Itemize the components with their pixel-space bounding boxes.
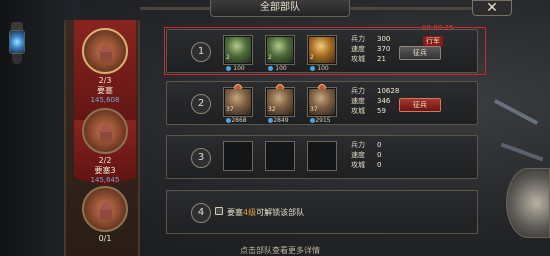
empty-hero-slot[interactable] xyxy=(265,141,295,171)
fortress-icon xyxy=(82,186,128,232)
hero-level: 2 xyxy=(310,54,314,61)
bottom-hint: 点击部队查看更多详情 xyxy=(240,246,320,255)
hero-level: 32 xyxy=(268,106,276,113)
hero-slot[interactable]: 37 2915 xyxy=(307,84,337,124)
status-badge: 行军 xyxy=(423,36,443,46)
hero-level: 2 xyxy=(268,54,272,61)
stat-siege: 0 xyxy=(377,161,382,169)
stat-label: 速度 xyxy=(351,97,365,105)
army-number: 3 xyxy=(191,148,211,168)
hero-level: 37 xyxy=(226,106,234,113)
hero-qty: 2868 xyxy=(231,117,247,124)
tab-count: 2/2 xyxy=(98,156,112,165)
stat-label: 兵力 xyxy=(351,35,365,43)
hero-slot[interactable]: 2 100 xyxy=(307,35,337,72)
army-number: 4 xyxy=(191,203,211,223)
army-row-2[interactable]: 2 37 2868 32 2849 37 2915 兵力 10628 速度 346 … xyxy=(166,81,478,125)
stat-power: 300 xyxy=(377,35,391,43)
army-number: 2 xyxy=(191,94,211,114)
stat-speed: 346 xyxy=(377,97,391,105)
army-number: 1 xyxy=(191,42,211,62)
tab-count: 2/3 xyxy=(98,76,112,85)
hero-qty: 100 xyxy=(233,65,245,72)
stat-label: 速度 xyxy=(351,45,365,53)
tab-coord: 145,645 xyxy=(90,176,120,184)
recruit-button[interactable]: 征兵 xyxy=(399,98,441,112)
army-row-3[interactable]: 3 兵力 0 速度 0 攻城 0 xyxy=(166,135,478,179)
stat-power: 0 xyxy=(377,141,382,149)
lantern-icon xyxy=(6,22,28,70)
hero-qty: 2849 xyxy=(273,117,289,124)
hero-slot[interactable]: 32 2849 xyxy=(265,84,295,124)
tab-count: 0/1 xyxy=(98,234,112,243)
hero-qty: 100 xyxy=(275,65,287,72)
recruit-button[interactable]: 征兵 xyxy=(399,46,441,60)
stat-label: 速度 xyxy=(351,151,365,159)
stat-speed: 0 xyxy=(377,151,382,159)
unlock-suffix: 可解锁该部队 xyxy=(256,208,305,217)
spear-decoration xyxy=(500,142,544,162)
lock-icon xyxy=(215,207,223,215)
stat-label: 攻城 xyxy=(351,107,365,115)
fortress-icon xyxy=(82,108,128,154)
army-row-1[interactable]: 1 2 100 2 100 2 100 兵力 300 速度 370 攻城 21 00:… xyxy=(166,24,478,73)
tab-name: 要塞3 xyxy=(94,166,116,175)
spear-decoration xyxy=(493,98,539,126)
unlock-hint: 要塞4级可解锁该部队 xyxy=(227,207,304,218)
game-screen: 全部部队 ✕ 2/3 要塞 145,608 2/2 要塞3 145,645 0/… xyxy=(0,0,550,256)
stat-siege: 59 xyxy=(377,107,386,115)
fortress-tabs: 2/3 要塞 145,608 2/2 要塞3 145,645 0/1 xyxy=(64,20,140,256)
page-title: 全部部队 xyxy=(210,0,350,17)
unlock-level: 4级 xyxy=(243,208,257,217)
march-timer: 00:00:25 xyxy=(422,24,454,32)
hero-slot[interactable]: 2 100 xyxy=(223,35,253,72)
hero-qty: 100 xyxy=(317,65,329,72)
stat-label: 兵力 xyxy=(351,141,365,149)
hero-slot[interactable]: 37 2868 xyxy=(223,84,253,124)
tab-coord: 145,608 xyxy=(90,96,120,104)
tab-fortress-1[interactable]: 2/3 要塞 145,608 xyxy=(80,28,130,104)
stat-label: 攻城 xyxy=(351,161,365,169)
stat-speed: 370 xyxy=(377,45,391,53)
tab-fortress-3[interactable]: 0/1 xyxy=(80,186,130,243)
stat-power: 10628 xyxy=(377,87,400,95)
hero-qty: 2915 xyxy=(315,117,331,124)
stat-label: 兵力 xyxy=(351,87,365,95)
stat-siege: 21 xyxy=(377,55,386,63)
tab-fortress-2[interactable]: 2/2 要塞3 145,645 xyxy=(80,108,130,184)
hero-slot[interactable]: 2 100 xyxy=(265,35,295,72)
shield-icon xyxy=(506,168,550,238)
tab-name: 要塞 xyxy=(97,86,113,95)
army-row-4: 4 要塞4级可解锁该部队 xyxy=(166,190,478,234)
empty-hero-slot[interactable] xyxy=(307,141,337,171)
empty-hero-slot[interactable] xyxy=(223,141,253,171)
unlock-prefix: 要塞 xyxy=(227,208,243,217)
hero-level: 37 xyxy=(310,106,318,113)
stat-label: 攻城 xyxy=(351,55,365,63)
close-button[interactable]: ✕ xyxy=(472,0,512,16)
army-stats: 兵力 0 速度 0 攻城 0 xyxy=(351,140,451,170)
fortress-icon xyxy=(82,28,128,74)
hero-level: 2 xyxy=(226,54,230,61)
